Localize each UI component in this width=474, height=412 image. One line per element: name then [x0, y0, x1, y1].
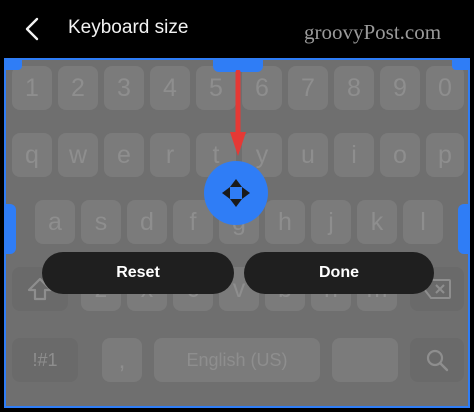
key-e[interactable]: e — [104, 133, 144, 177]
key-q[interactable]: q — [12, 133, 52, 177]
key-w[interactable]: w — [58, 133, 98, 177]
key-a[interactable]: a — [35, 200, 75, 244]
four-way-move-icon — [222, 179, 250, 207]
key-9[interactable]: 9 — [380, 66, 420, 110]
resize-handle-right[interactable] — [458, 204, 468, 254]
done-button[interactable]: Done — [244, 252, 434, 294]
search-key[interactable] — [410, 338, 464, 382]
key-r[interactable]: r — [150, 133, 190, 177]
resize-handle-left[interactable] — [6, 204, 16, 254]
key-l[interactable]: l — [403, 200, 443, 244]
key-2[interactable]: 2 — [58, 66, 98, 110]
key-7[interactable]: 7 — [288, 66, 328, 110]
key-1[interactable]: 1 — [12, 66, 52, 110]
key-s[interactable]: s — [81, 200, 121, 244]
key-comma[interactable]: , — [102, 338, 142, 382]
back-button[interactable] — [14, 12, 50, 46]
red-down-arrow-annotation — [230, 70, 246, 156]
symbols-key[interactable]: !#1 — [12, 338, 78, 382]
key-8[interactable]: 8 — [334, 66, 374, 110]
reset-button[interactable]: Reset — [42, 252, 234, 294]
watermark-text: groovyPost.com — [304, 20, 442, 44]
page-title: Keyboard size — [68, 17, 189, 38]
key-3[interactable]: 3 — [104, 66, 144, 110]
key-d[interactable]: d — [127, 200, 167, 244]
search-icon — [426, 349, 449, 372]
top-bar: Keyboard size groovyPost.com — [0, 0, 474, 58]
key-k[interactable]: k — [357, 200, 397, 244]
key-h[interactable]: h — [265, 200, 305, 244]
key-6[interactable]: 6 — [242, 66, 282, 110]
resize-handle-top-right[interactable] — [452, 60, 468, 70]
chevron-left-icon — [25, 17, 39, 41]
key-i[interactable]: i — [334, 133, 374, 177]
key-j[interactable]: j — [311, 200, 351, 244]
key-u[interactable]: u — [288, 133, 328, 177]
space-key[interactable]: English (US) — [154, 338, 320, 382]
key-4[interactable]: 4 — [150, 66, 190, 110]
key-0[interactable]: 0 — [426, 66, 464, 110]
resize-handle-top-left[interactable] — [6, 60, 22, 70]
move-keyboard-handle[interactable] — [204, 161, 268, 225]
key-o[interactable]: o — [380, 133, 420, 177]
key-period[interactable] — [332, 338, 398, 382]
key-p[interactable]: p — [426, 133, 464, 177]
